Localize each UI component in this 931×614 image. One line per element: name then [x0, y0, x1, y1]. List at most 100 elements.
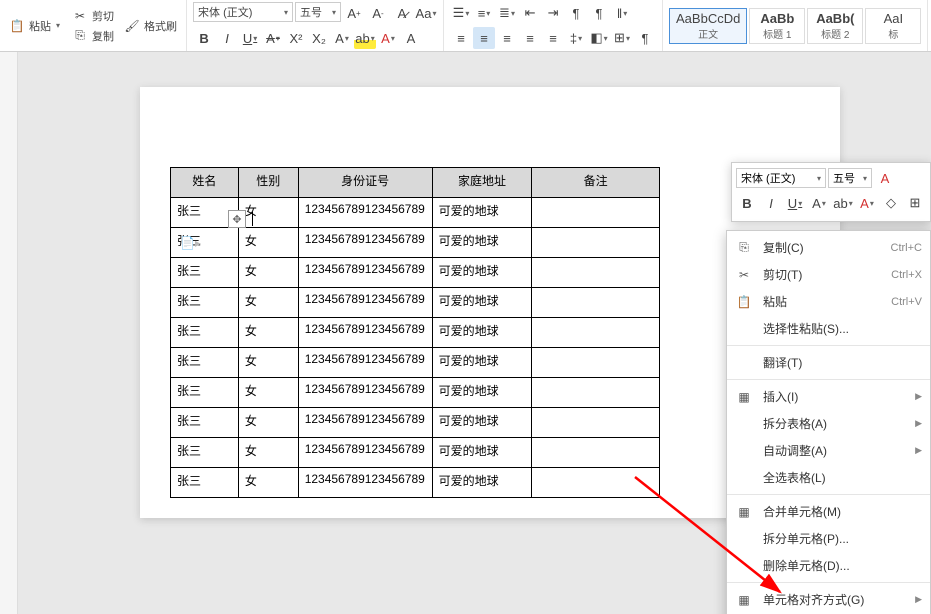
table-row[interactable]: 张三女123456789123456789可爱的地球 — [171, 438, 660, 468]
table-row[interactable]: 张三女123456789123456789可爱的地球 — [171, 258, 660, 288]
font-size-select[interactable]: 五号▾ — [295, 2, 341, 22]
table-cell[interactable]: 123456789123456789 — [298, 228, 432, 258]
table-row[interactable]: 张三女123456789123456789可爱的地球 — [171, 468, 660, 498]
highlight-button[interactable]: ab▾ — [354, 27, 376, 49]
table-cell[interactable]: 可爱的地球 — [432, 348, 532, 378]
table-cell[interactable]: 123456789123456789 — [298, 258, 432, 288]
menu-item[interactable]: 自动调整(A)▶ — [727, 437, 930, 464]
table-cell[interactable]: 可爱的地球 — [432, 198, 532, 228]
char-scale-button[interactable]: A▾ — [331, 27, 353, 49]
char-border-button[interactable]: A — [400, 27, 422, 49]
menu-item[interactable]: ▦单元格对齐方式(G)▶ — [727, 586, 930, 613]
table-cell[interactable]: 123456789123456789 — [298, 348, 432, 378]
strike-button[interactable]: A▾ — [262, 27, 284, 49]
table-cell[interactable]: 女 — [238, 408, 298, 438]
table-cell[interactable]: 女 — [238, 378, 298, 408]
superscript-button[interactable]: X² — [285, 27, 307, 49]
table-row[interactable]: 张三女123456789123456789可爱的地球 — [171, 348, 660, 378]
table-row[interactable]: 张三女123456789123456789可爱的地球 — [171, 408, 660, 438]
table-cell[interactable] — [532, 198, 660, 228]
table-cell[interactable] — [532, 288, 660, 318]
clear-format-button[interactable]: A̷ — [391, 2, 413, 24]
table-cell[interactable]: 张三 — [171, 468, 239, 498]
table-cell[interactable]: 女 — [238, 198, 298, 228]
menu-item[interactable]: 📋粘贴Ctrl+V — [727, 288, 930, 315]
table-cell[interactable]: 女 — [238, 258, 298, 288]
sort-button[interactable]: ‖▾ — [611, 2, 633, 24]
paste-button[interactable]: 📋 粘贴▾ — [6, 17, 63, 35]
shrink-font-button[interactable]: A- — [367, 2, 389, 24]
style-item-3[interactable]: AaI标 — [865, 8, 921, 44]
table-cell[interactable] — [532, 438, 660, 468]
italic-button[interactable]: I — [216, 27, 238, 49]
table-cell[interactable]: 123456789123456789 — [298, 408, 432, 438]
mini-font-name[interactable]: 宋体 (正文)▾ — [736, 168, 826, 188]
table-cell[interactable] — [532, 258, 660, 288]
table-cell[interactable]: 张三 — [171, 438, 239, 468]
show-marks-button[interactable]: ¶ — [634, 27, 656, 49]
align-center-button[interactable]: ≡ — [473, 27, 495, 49]
table-header[interactable]: 身份证号 — [298, 168, 432, 198]
table-cell[interactable]: 女 — [238, 438, 298, 468]
dec-indent-button[interactable]: ⇤ — [519, 2, 541, 24]
table-row[interactable]: 张三女123456789123456789可爱的地球 — [171, 288, 660, 318]
mini-strike[interactable]: A▾ — [808, 192, 830, 214]
table-cell[interactable]: 可爱的地球 — [432, 288, 532, 318]
change-case-button[interactable]: Aa▾ — [415, 2, 437, 24]
menu-item[interactable]: 拆分表格(A)▶ — [727, 410, 930, 437]
font-name-select[interactable]: 宋体 (正文)▾ — [193, 2, 293, 22]
align-right-button[interactable]: ≡ — [496, 27, 518, 49]
table-cell[interactable]: 123456789123456789 — [298, 198, 432, 228]
ltr-button[interactable]: ¶ — [565, 2, 587, 24]
menu-item[interactable]: ⎘复制(C)Ctrl+C — [727, 234, 930, 261]
subscript-button[interactable]: X₂ — [308, 27, 330, 49]
table-cell[interactable]: 可爱的地球 — [432, 378, 532, 408]
style-item-1[interactable]: AaBb标题 1 — [749, 8, 805, 44]
menu-item[interactable]: 翻译(T) — [727, 349, 930, 376]
menu-item[interactable]: ▦插入(I)▶ — [727, 383, 930, 410]
table-move-handle[interactable]: ✥ — [228, 210, 246, 228]
table-cell[interactable]: 可爱的地球 — [432, 408, 532, 438]
grow-font-button[interactable]: A+ — [343, 2, 365, 24]
mini-font-size[interactable]: 五号▾ — [828, 168, 872, 188]
table-header[interactable]: 性别 — [238, 168, 298, 198]
style-item-2[interactable]: AaBb(标题 2 — [807, 8, 863, 44]
copy-button[interactable]: ⎘复制 — [69, 27, 117, 45]
numbering-button[interactable]: ≡▾ — [473, 2, 495, 24]
table-cell[interactable]: 张三 — [171, 288, 239, 318]
mini-borders[interactable]: ⊞ — [904, 192, 926, 214]
font-color-button[interactable]: A▾ — [377, 27, 399, 49]
mini-bold[interactable]: B — [736, 192, 758, 214]
inc-indent-button[interactable]: ⇥ — [542, 2, 564, 24]
table-row[interactable]: 张三女123456789123456789可爱的地球 — [171, 318, 660, 348]
table-cell[interactable]: 可爱的地球 — [432, 438, 532, 468]
format-painter-button[interactable]: 🖌格式刷 — [121, 17, 180, 35]
line-spacing-button[interactable]: ‡▾ — [565, 27, 587, 49]
table-cell[interactable] — [532, 348, 660, 378]
mini-highlight[interactable]: ab▾ — [832, 192, 854, 214]
menu-item[interactable]: ✂剪切(T)Ctrl+X — [727, 261, 930, 288]
table-cell[interactable]: 123456789123456789 — [298, 378, 432, 408]
table-cell[interactable] — [532, 468, 660, 498]
table-cell[interactable]: 123456789123456789 — [298, 288, 432, 318]
table-cell[interactable]: 可爱的地球 — [432, 228, 532, 258]
table-cell[interactable]: 123456789123456789 — [298, 318, 432, 348]
menu-item[interactable]: 选择性粘贴(S)... — [727, 315, 930, 342]
align-justify-button[interactable]: ≡ — [519, 27, 541, 49]
table-cell[interactable]: 张三 — [171, 258, 239, 288]
table-cell[interactable]: 可爱的地球 — [432, 318, 532, 348]
mini-color2[interactable]: A▾ — [856, 192, 878, 214]
mini-underline[interactable]: U▾ — [784, 192, 806, 214]
table-cell[interactable] — [532, 318, 660, 348]
menu-item[interactable]: 拆分单元格(P)... — [727, 525, 930, 552]
rtl-button[interactable]: ¶ — [588, 2, 610, 24]
table-cell[interactable]: 张三 — [171, 408, 239, 438]
bold-button[interactable]: B — [193, 27, 215, 49]
table-cell[interactable]: 女 — [238, 318, 298, 348]
table-cell[interactable]: 女 — [238, 228, 298, 258]
table-cell[interactable]: 123456789123456789 — [298, 468, 432, 498]
table-cell[interactable]: 女 — [238, 468, 298, 498]
table-header[interactable]: 姓名 — [171, 168, 239, 198]
menu-item[interactable]: 全选表格(L) — [727, 464, 930, 491]
mini-italic[interactable]: I — [760, 192, 782, 214]
